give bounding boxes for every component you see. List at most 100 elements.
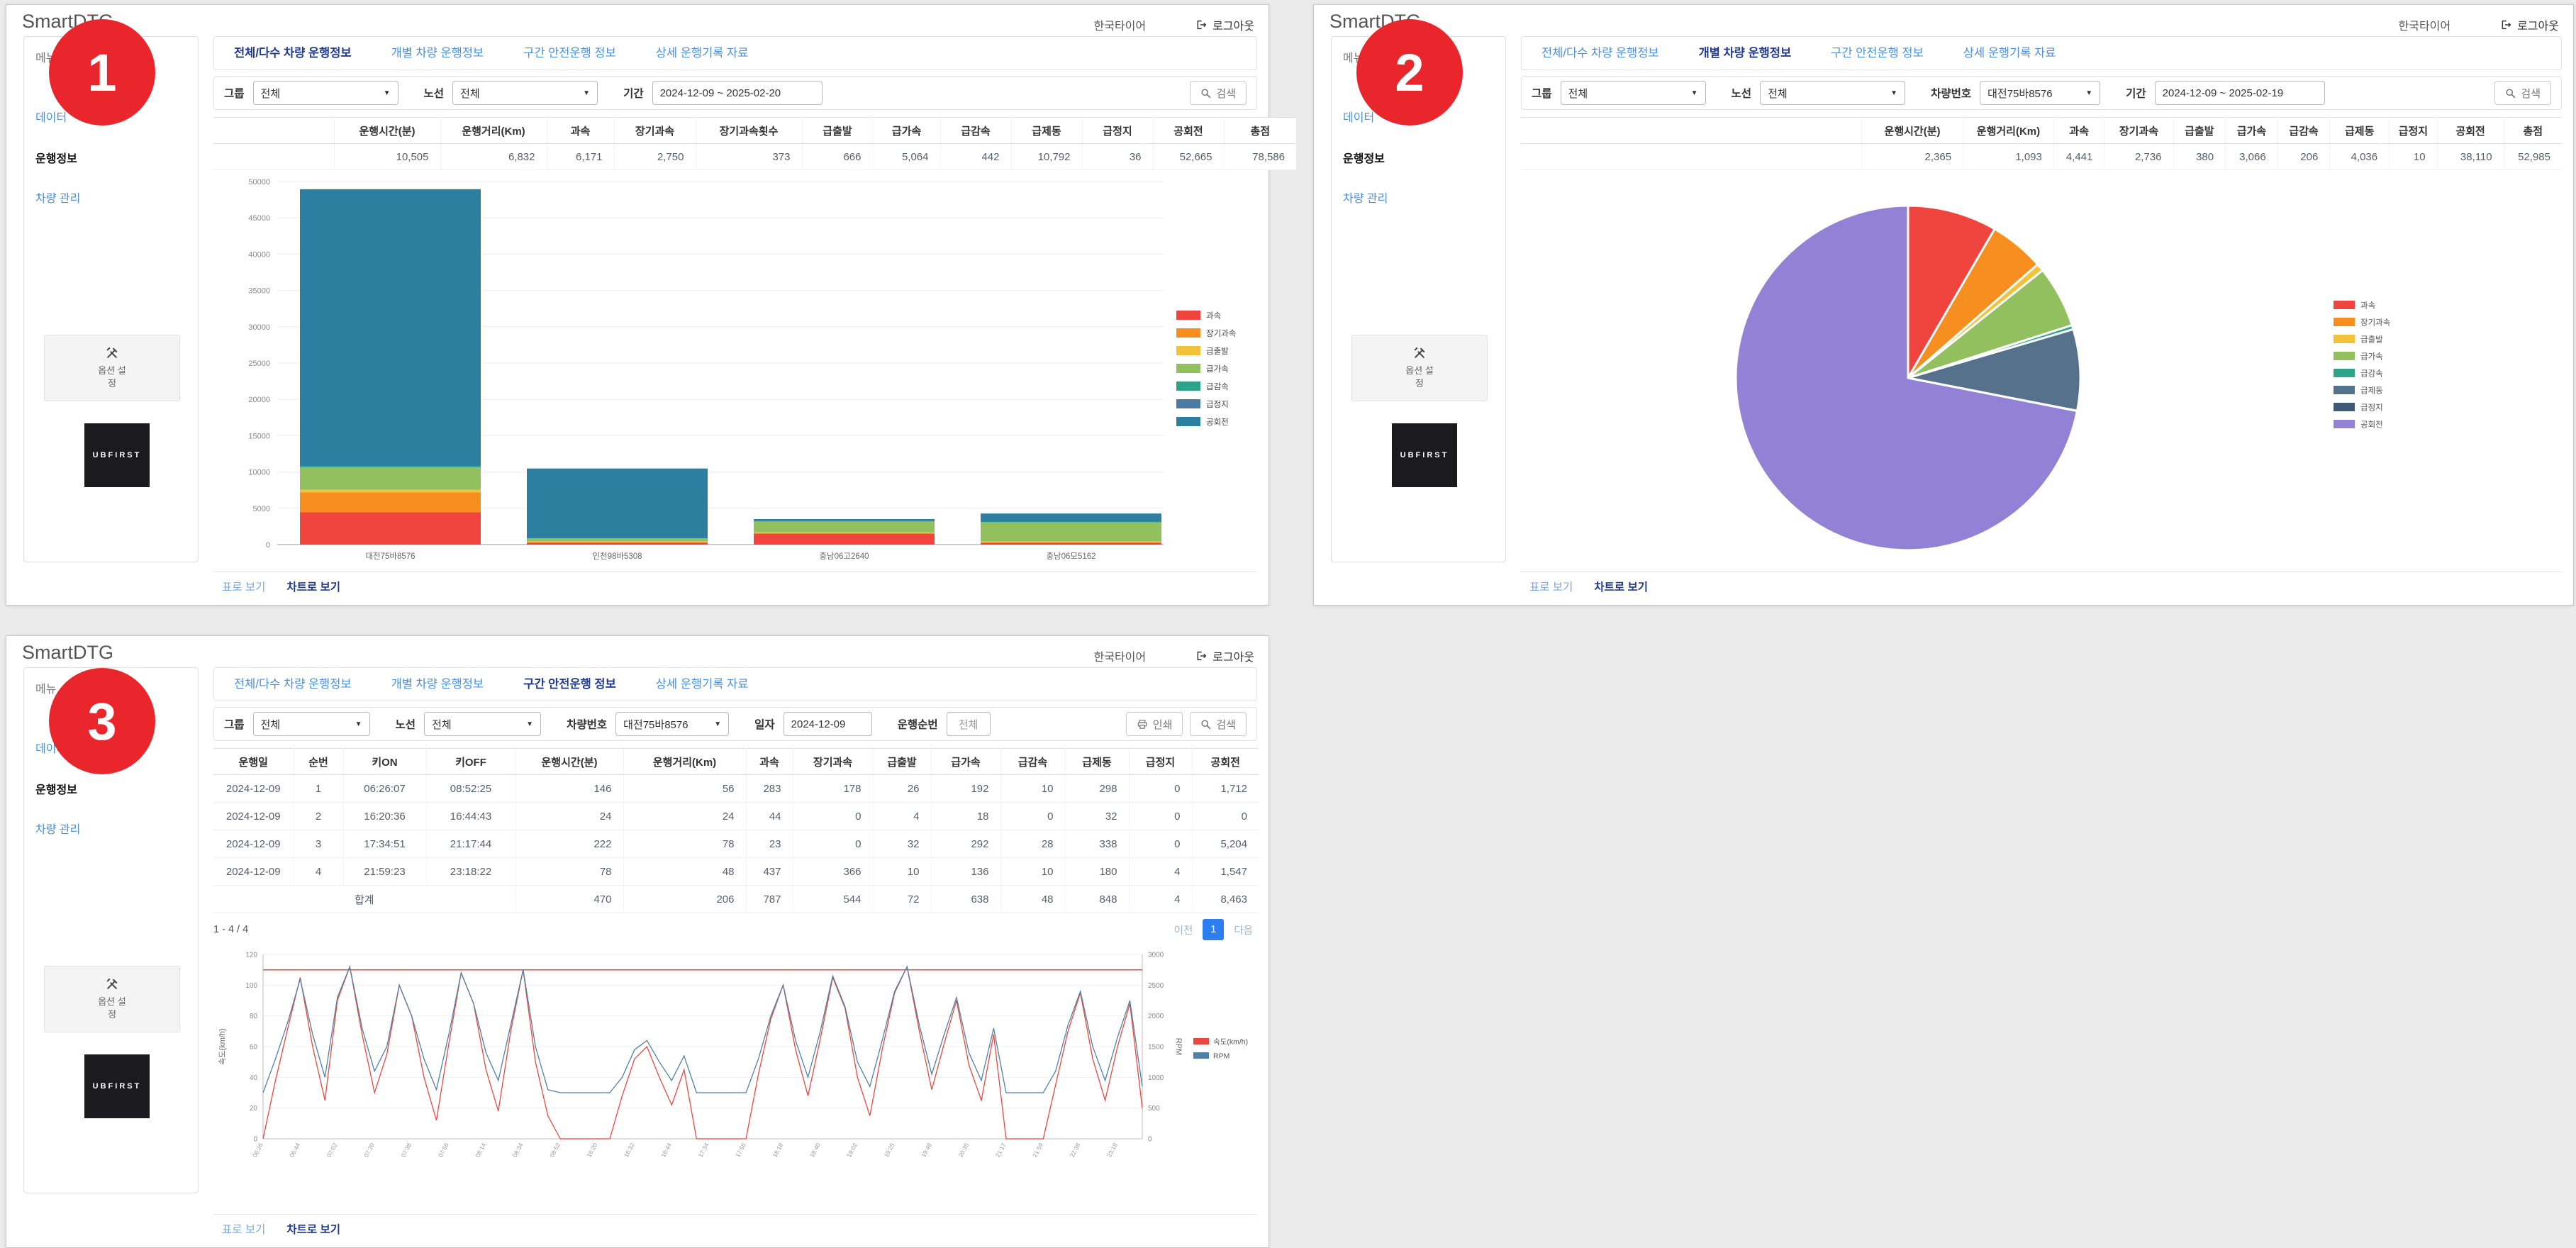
table-header-cell: 공회전 xyxy=(2437,118,2504,144)
table-cell: 6,832 xyxy=(440,144,547,170)
table-cell: 338 xyxy=(1065,830,1129,858)
options-button[interactable]: 옵션 설정 xyxy=(44,335,180,401)
table-header-cell: 장기과속 xyxy=(793,749,873,775)
svg-text:충남06고2640: 충남06고2640 xyxy=(819,552,869,561)
table-cell: 2 xyxy=(294,803,343,830)
table-header-cell: 운행일 xyxy=(213,749,294,775)
options-button[interactable]: 옵션 설정 xyxy=(44,966,180,1032)
options-button[interactable]: 옵션 설정 xyxy=(1351,335,1488,401)
tab-0[interactable]: 전체/다수 차량 운행정보 xyxy=(1522,37,1679,69)
filter-bar: 그룹전체▼노선전체▼기간2024-12-09 ~ 2025-02-20검색 xyxy=(213,76,1257,110)
table-cell: 1,093 xyxy=(1963,144,2054,170)
main-content: 전체/다수 차량 운행정보개별 차량 운행정보구간 안전운행 정보상세 운행기록… xyxy=(213,667,1257,1243)
main-content: 전체/다수 차량 운행정보개별 차량 운행정보구간 안전운행 정보상세 운행기록… xyxy=(213,36,1257,601)
svg-text:공회전: 공회전 xyxy=(2360,420,2383,430)
table-cell: 4,036 xyxy=(2330,144,2390,170)
period-input[interactable]: 2024-12-09 ~ 2025-02-19 xyxy=(2155,81,2325,105)
table-cell: 1,712 xyxy=(1192,775,1259,803)
table-cell: 178 xyxy=(793,775,873,803)
svg-text:19:02: 19:02 xyxy=(845,1142,859,1159)
chart-view-link[interactable]: 차트로 보기 xyxy=(286,1221,340,1237)
tab-3[interactable]: 상세 운행기록 자료 xyxy=(1944,37,2076,69)
svg-text:40000: 40000 xyxy=(248,250,270,259)
table-cell: 437 xyxy=(746,858,793,886)
table-view-link[interactable]: 표로 보기 xyxy=(1529,579,1573,594)
tab-1[interactable]: 개별 차량 운행정보 xyxy=(372,37,504,69)
tab-3[interactable]: 상세 운행기록 자료 xyxy=(636,668,769,701)
chart-view-link[interactable]: 차트로 보기 xyxy=(286,579,340,594)
print-button[interactable]: 인쇄 xyxy=(1126,712,1183,736)
svg-text:5000: 5000 xyxy=(253,505,270,513)
table-cell xyxy=(213,144,334,170)
sidebar-item-driving-info[interactable]: 운행정보 xyxy=(35,149,77,166)
table-cell: 23 xyxy=(746,830,793,858)
search-button[interactable]: 검색 xyxy=(1190,81,1247,105)
group-select[interactable]: 전체▼ xyxy=(1561,81,1706,105)
route-select[interactable]: 전체▼ xyxy=(424,712,541,736)
search-button[interactable]: 검색 xyxy=(1190,712,1247,736)
svg-text:1500: 1500 xyxy=(1148,1044,1164,1052)
tab-2[interactable]: 구간 안전운행 정보 xyxy=(503,37,636,69)
group-select[interactable]: 전체▼ xyxy=(253,81,398,105)
tab-0[interactable]: 전체/다수 차량 운행정보 xyxy=(214,37,372,69)
tab-0[interactable]: 전체/다수 차량 운행정보 xyxy=(214,668,372,701)
sidebar-item-vehicle-mgmt[interactable]: 차량 관리 xyxy=(1343,189,1388,206)
sidebar-item-driving-info[interactable]: 운행정보 xyxy=(35,780,77,797)
table-cell: 1 xyxy=(294,775,343,803)
sidebar-item-data[interactable]: 데이터 xyxy=(35,108,67,125)
table-cell: 10 xyxy=(1000,858,1065,886)
table-cell: 3 xyxy=(294,830,343,858)
vehicle-select[interactable]: 대전75바8576▼ xyxy=(1980,81,2100,105)
route-select[interactable]: 전체▼ xyxy=(1760,81,1905,105)
period-input[interactable]: 2024-12-09 ~ 2025-02-20 xyxy=(652,81,823,105)
tab-3[interactable]: 상세 운행기록 자료 xyxy=(636,37,769,69)
tab-1[interactable]: 개별 차량 운행정보 xyxy=(1679,37,1812,69)
legend-item: 급감속 xyxy=(1176,381,1229,391)
pagination-page-1[interactable]: 1 xyxy=(1203,919,1224,940)
svg-text:3000: 3000 xyxy=(1148,952,1164,959)
svg-text:1000: 1000 xyxy=(1148,1074,1164,1082)
logout-button[interactable]: 로그아웃 xyxy=(2500,16,2559,33)
tab-2[interactable]: 구간 안전운행 정보 xyxy=(1811,37,1944,69)
tab-2[interactable]: 구간 안전운행 정보 xyxy=(503,668,636,701)
bar-segment xyxy=(754,519,935,521)
sidebar-item-data[interactable]: 데이터 xyxy=(1343,108,1374,125)
table-view-link[interactable]: 표로 보기 xyxy=(222,1221,265,1237)
table-cell: 666 xyxy=(802,144,873,170)
filter-bar: 그룹전체▼노선전체▼차량번호대전75바8576▼기간2024-12-09 ~ 2… xyxy=(1521,76,2562,110)
sequence-box[interactable]: 전체 xyxy=(947,712,991,736)
table-cell: 298 xyxy=(1065,775,1129,803)
bar-segment xyxy=(981,522,1161,523)
pagination-prev[interactable]: 이전 xyxy=(1170,923,1198,937)
logout-button[interactable]: 로그아웃 xyxy=(1195,647,1254,664)
chevron-down-icon: ▼ xyxy=(583,89,590,97)
table-cell: 192 xyxy=(931,775,1000,803)
tab-1[interactable]: 개별 차량 운행정보 xyxy=(372,668,504,701)
svg-text:18:40: 18:40 xyxy=(808,1142,822,1159)
table-total-row: 합계470206787544726384884848,463 xyxy=(213,886,1259,913)
table-cell: 2024-12-09 xyxy=(213,775,294,803)
chart-view-link[interactable]: 차트로 보기 xyxy=(1594,579,1648,594)
search-button[interactable]: 검색 xyxy=(2494,81,2551,105)
sidebar-item-vehicle-mgmt[interactable]: 차량 관리 xyxy=(35,189,80,206)
table-header-cell: 운행거리(Km) xyxy=(440,118,547,144)
route-select[interactable]: 전체▼ xyxy=(452,81,598,105)
sidebar-item-driving-info[interactable]: 운행정보 xyxy=(1343,149,1385,166)
sidebar-item-vehicle-mgmt[interactable]: 차량 관리 xyxy=(35,820,80,837)
table-header-cell: 급정지 xyxy=(2390,118,2437,144)
pagination-next[interactable]: 다음 xyxy=(1230,923,1257,937)
table-cell: 26 xyxy=(873,775,931,803)
table-header-cell: 과속 xyxy=(547,118,614,144)
svg-text:100: 100 xyxy=(245,982,257,990)
table-view-link[interactable]: 표로 보기 xyxy=(222,579,265,594)
svg-text:RPM: RPM xyxy=(1213,1052,1230,1061)
logout-button[interactable]: 로그아웃 xyxy=(1195,16,1254,33)
date-input[interactable]: 2024-12-09 xyxy=(784,712,872,736)
svg-text:19:25: 19:25 xyxy=(883,1142,896,1159)
vehicle-select[interactable]: 대전75바8576▼ xyxy=(615,712,729,736)
svg-text:07:02: 07:02 xyxy=(325,1142,339,1159)
table-header-cell: 급정지 xyxy=(1082,118,1153,144)
svg-text:07:38: 07:38 xyxy=(400,1142,413,1159)
group-select[interactable]: 전체▼ xyxy=(253,712,370,736)
table-header-cell: 급제동 xyxy=(1011,118,1082,144)
